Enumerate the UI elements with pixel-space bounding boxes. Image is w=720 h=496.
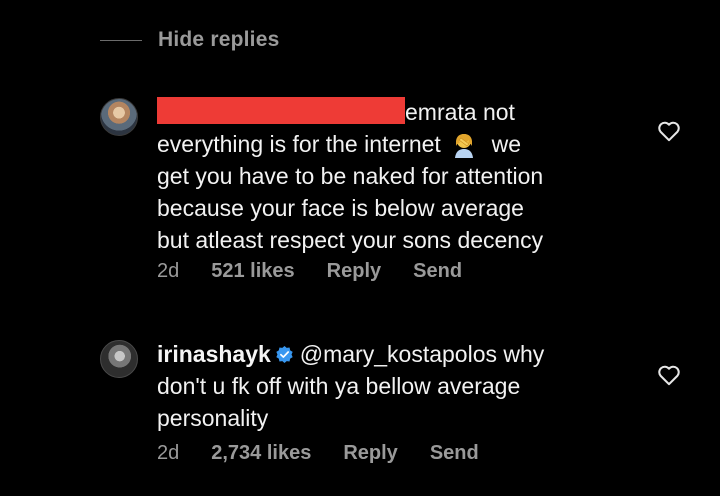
redacted-username xyxy=(157,97,405,124)
heart-icon[interactable] xyxy=(656,118,682,144)
comment-line: personality xyxy=(157,405,269,431)
comment-timestamp[interactable]: 2d xyxy=(157,260,179,283)
comment-text: irinashayk @mary_kostapolos why don't u … xyxy=(157,338,627,434)
hide-replies-label: Hide replies xyxy=(158,28,280,51)
reply-button[interactable]: Reply xyxy=(327,260,381,283)
comment-line: but atleast respect your sons decency xyxy=(157,227,544,253)
comment-line: don't u fk off with ya bellow average xyxy=(157,373,521,399)
comment-line: because your face is below average xyxy=(157,195,524,221)
reply-button[interactable]: Reply xyxy=(343,442,397,465)
avatar[interactable] xyxy=(100,340,138,378)
comment-username[interactable]: irinashayk xyxy=(157,341,271,367)
comment-timestamp[interactable]: 2d xyxy=(157,442,179,465)
likes-count[interactable]: 2,734 likes xyxy=(211,442,311,465)
comment-line: get you have to be naked for attention xyxy=(157,163,544,189)
thread-divider-line xyxy=(100,39,142,41)
woman-facepalming-emoji-icon xyxy=(455,134,474,158)
send-button[interactable]: Send xyxy=(430,442,479,465)
comment-line: why xyxy=(503,341,545,367)
hide-replies-button[interactable]: Hide replies xyxy=(100,28,279,52)
verified-badge-icon xyxy=(276,345,293,364)
send-button[interactable]: Send xyxy=(413,260,462,283)
comment-meta: 2d 2,734 likes Reply Send xyxy=(157,442,511,465)
mention-link[interactable]: @mary_kostapolos xyxy=(300,341,497,367)
comment-meta: 2d 521 likes Reply Send xyxy=(157,260,494,283)
comment-line: emrata not xyxy=(405,99,515,125)
heart-icon[interactable] xyxy=(656,362,682,388)
comment-line: we xyxy=(491,131,522,157)
avatar[interactable] xyxy=(100,98,138,136)
likes-count[interactable]: 521 likes xyxy=(211,260,294,283)
comment-line: everything is for the internet xyxy=(157,131,441,157)
comment-text: emrata not everything is for the interne… xyxy=(157,96,627,256)
